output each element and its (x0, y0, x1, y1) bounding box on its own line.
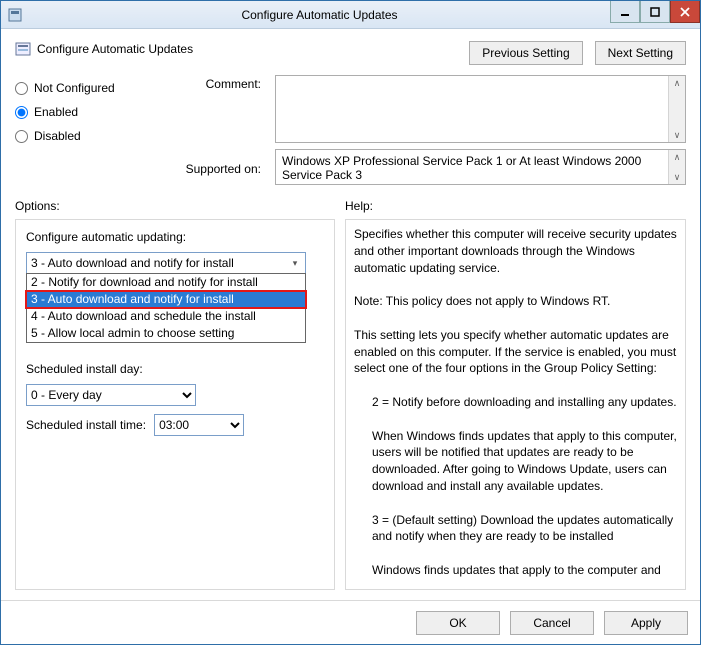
comment-field[interactable] (276, 76, 668, 142)
comment-scrollbar[interactable]: ∧∨ (668, 76, 685, 142)
configure-option-3[interactable]: 3 - Auto download and notify for install (27, 291, 305, 308)
close-button[interactable] (670, 1, 700, 23)
previous-setting-button[interactable]: Previous Setting (469, 41, 582, 65)
configure-selected: 3 - Auto download and notify for install (31, 256, 234, 270)
ok-button[interactable]: OK (416, 611, 500, 635)
header-title: Configure Automatic Updates (37, 42, 193, 56)
window-buttons (610, 1, 700, 28)
dialog-window: Configure Automatic Updates Configure Au… (0, 0, 701, 645)
comment-label: Comment: (165, 75, 265, 145)
supported-scrollbar[interactable]: ∧∨ (668, 150, 685, 184)
help-column: Help: Specifies whether this computer wi… (345, 199, 686, 590)
client-area: Configure Automatic Updates Previous Set… (1, 29, 700, 600)
radio-enabled[interactable]: Enabled (15, 105, 155, 119)
apply-button[interactable]: Apply (604, 611, 688, 635)
options-panel: Configure automatic updating: 3 - Auto d… (15, 219, 335, 590)
footer: OK Cancel Apply (1, 600, 700, 644)
configure-option-4[interactable]: 4 - Auto download and schedule the insta… (27, 308, 305, 325)
help-text[interactable]: Specifies whether this computer will rec… (346, 220, 685, 589)
help-panel: Specifies whether this computer will rec… (345, 219, 686, 590)
chevron-down-icon: ▾ (287, 255, 303, 271)
state-row: Not Configured Enabled Disabled Comment:… (15, 75, 686, 187)
configure-option-2[interactable]: 2 - Notify for download and notify for i… (27, 274, 305, 291)
radio-not-configured[interactable]: Not Configured (15, 81, 155, 95)
time-label: Scheduled install time: (26, 418, 146, 432)
supported-label: Supported on: (165, 151, 265, 187)
configure-dropdown-list[interactable]: 2 - Notify for download and notify for i… (26, 273, 306, 343)
help-label: Help: (345, 199, 686, 213)
comment-field-wrap: ∧∨ (275, 75, 686, 143)
configure-option-5[interactable]: 5 - Allow local admin to choose setting (27, 325, 305, 342)
radio-disabled[interactable]: Disabled (15, 129, 155, 143)
minimize-button[interactable] (610, 1, 640, 23)
header-row: Configure Automatic Updates Previous Set… (15, 41, 686, 65)
supported-text: Windows XP Professional Service Pack 1 o… (276, 150, 668, 184)
policy-icon (15, 41, 31, 57)
day-dropdown[interactable]: 0 - Every day (26, 384, 196, 406)
maximize-button[interactable] (640, 1, 670, 23)
options-label: Options: (15, 199, 335, 213)
configure-label: Configure automatic updating: (26, 230, 324, 244)
day-label: Scheduled install day: (26, 362, 324, 376)
panels: Options: Configure automatic updating: 3… (15, 199, 686, 590)
titlebar[interactable]: Configure Automatic Updates (1, 1, 700, 29)
configure-dropdown[interactable]: 3 - Auto download and notify for install… (26, 252, 324, 274)
supported-field-wrap: Windows XP Professional Service Pack 1 o… (275, 149, 686, 185)
cancel-button[interactable]: Cancel (510, 611, 594, 635)
options-column: Options: Configure automatic updating: 3… (15, 199, 335, 590)
time-dropdown[interactable]: 03:00 (154, 414, 244, 436)
app-icon (7, 7, 23, 23)
next-setting-button[interactable]: Next Setting (595, 41, 686, 65)
window-title: Configure Automatic Updates (29, 8, 610, 22)
